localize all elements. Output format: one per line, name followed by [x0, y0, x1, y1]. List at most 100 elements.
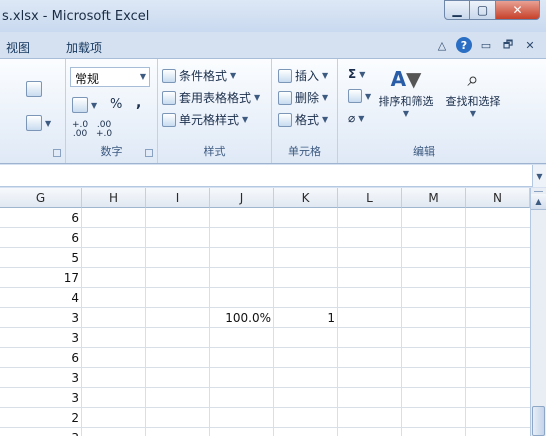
fill-down-icon — [348, 89, 362, 103]
scroll-thumb[interactable] — [532, 406, 545, 436]
doc-restore-icon[interactable]: 🗗 — [500, 37, 516, 53]
chevron-down-icon: ▼ — [322, 93, 329, 102]
column-header-n[interactable]: N — [466, 188, 530, 208]
cell-g-value[interactable]: 6 — [0, 208, 82, 228]
delete-icon — [278, 90, 292, 105]
cell-g-value[interactable]: 3 — [0, 428, 82, 436]
binoculars-icon: ⌕ — [467, 67, 479, 91]
window-controls: ▁ ▢ ✕ — [444, 0, 540, 20]
worksheet-grid[interactable]: G H I J K L M N 6651743363323 100.0% 1 — [0, 188, 530, 436]
formula-bar[interactable]: ▼ — [0, 165, 546, 187]
chevron-down-icon: ▼ — [139, 72, 146, 81]
number-group-label: 数字 — [100, 145, 123, 158]
chevron-down-icon: ▼ — [254, 93, 261, 102]
chevron-down-icon: ▼ — [322, 71, 329, 80]
cell-g-value[interactable]: 17 — [0, 268, 82, 288]
cell-g-value[interactable]: 3 — [0, 368, 82, 388]
format-button[interactable]: 格式 ▼ — [278, 111, 328, 128]
scroll-up-icon[interactable]: ▲ — [531, 194, 546, 210]
help-icon[interactable]: ? — [456, 37, 472, 53]
ribbon: ▼ 常规 ▼ ▼ % , +.0 .00 .00 +.0 数字 条件格式 ▼ 套用… — [0, 58, 546, 164]
ribbon-tabs: 视图 加载项 △ ? ▭ 🗗 ✕ — [0, 33, 546, 57]
column-header-l[interactable]: L — [338, 188, 402, 208]
alignment-launcher-icon[interactable] — [53, 149, 61, 157]
delete-label: 删除 — [295, 91, 320, 105]
wrap-text-button[interactable] — [26, 81, 42, 97]
sort-filter-button[interactable]: A▼ 排序和筛选 ▼ — [376, 65, 436, 118]
clear-button[interactable]: ⌀ ▼ — [348, 111, 364, 125]
chevron-down-icon: ▼ — [242, 115, 249, 124]
cell-g-value[interactable]: 3 — [0, 388, 82, 408]
fill-button[interactable]: ▼ — [348, 89, 371, 103]
format-as-table-label: 套用表格格式 — [179, 91, 252, 105]
chevron-down-icon: ▼ — [230, 71, 237, 80]
column-header-j[interactable]: J — [210, 188, 274, 208]
number-launcher-icon[interactable] — [145, 149, 153, 157]
close-button[interactable]: ✕ — [496, 0, 540, 20]
editing-group-label: 编辑 — [413, 145, 435, 158]
column-header-k[interactable]: K — [274, 188, 338, 208]
cell-g-value[interactable]: 2 — [0, 408, 82, 428]
format-label: 格式 — [295, 113, 320, 127]
chevron-down-icon: ▼ — [402, 109, 410, 118]
cell-styles-label: 单元格样式 — [179, 113, 240, 127]
number-format-value: 常规 — [75, 72, 100, 86]
column-header-h[interactable]: H — [82, 188, 146, 208]
cell-g-value[interactable]: 5 — [0, 248, 82, 268]
merge-button[interactable]: ▼ — [26, 115, 51, 131]
number-format-select[interactable]: 常规 ▼ — [70, 67, 150, 87]
chevron-down-icon: ▼ — [469, 109, 477, 118]
autosum-button[interactable]: Σ ▼ — [348, 67, 365, 81]
cell-g-value[interactable]: 6 — [0, 348, 82, 368]
delete-button[interactable]: 删除 ▼ — [278, 89, 328, 106]
insert-button[interactable]: 插入 ▼ — [278, 67, 328, 84]
cell-g-value[interactable]: 4 — [0, 288, 82, 308]
column-header-i[interactable]: I — [146, 188, 210, 208]
cell-g-value[interactable]: 3 — [0, 308, 82, 328]
gridline — [145, 208, 146, 436]
split-handle-icon[interactable] — [534, 188, 543, 192]
conditional-format-label: 条件格式 — [179, 69, 228, 83]
increase-decimal-bottom: .00 — [72, 129, 88, 139]
cell-j-value[interactable]: 100.0% — [210, 308, 274, 328]
expand-formula-bar-icon[interactable]: ▼ — [532, 165, 546, 187]
accounting-format-button[interactable]: ▼ — [72, 97, 97, 113]
column-header-g[interactable]: G — [0, 188, 82, 208]
cell-styles-button[interactable]: 单元格样式 ▼ — [162, 111, 248, 128]
percent-button[interactable]: % — [110, 97, 122, 112]
format-icon — [278, 112, 292, 127]
cell-k-value[interactable]: 1 — [274, 308, 338, 328]
maximize-button[interactable]: ▢ — [470, 0, 496, 20]
tab-view[interactable]: 视图 — [6, 39, 30, 56]
collapse-ribbon-icon[interactable]: △ — [434, 37, 450, 53]
cells-group-label: 单元格 — [288, 145, 321, 158]
chevron-down-icon: ▼ — [322, 115, 329, 124]
sigma-icon: Σ — [348, 67, 357, 81]
vertical-scrollbar[interactable]: ▲ — [530, 188, 546, 436]
decrease-decimal-bottom: +.0 — [96, 129, 113, 139]
styles-group-label: 样式 — [203, 145, 226, 158]
cell-g-value[interactable]: 6 — [0, 228, 82, 248]
cell-g-value[interactable]: 3 — [0, 328, 82, 348]
chevron-down-icon: ▼ — [45, 118, 52, 128]
increase-decimal-button[interactable]: +.0 .00 — [72, 121, 88, 139]
chevron-down-icon: ▼ — [91, 100, 98, 110]
editing-group: Σ ▼ ▼ ⌀ ▼ A▼ 排序和筛选 ▼ ⌕ 查找和选择 ▼ 编辑 — [338, 59, 510, 163]
wrap-text-icon — [26, 81, 42, 97]
doc-minimize-icon[interactable]: ▭ — [478, 37, 494, 53]
doc-close-icon[interactable]: ✕ — [522, 37, 538, 53]
cell-styles-icon — [162, 112, 176, 127]
chevron-down-icon: ▼ — [358, 113, 365, 123]
title-bar: s.xlsx - Microsoft Excel ▁ ▢ ✕ — [0, 0, 546, 32]
minimize-button[interactable]: ▁ — [444, 0, 470, 20]
format-as-table-button[interactable]: 套用表格格式 ▼ — [162, 89, 260, 106]
decrease-decimal-button[interactable]: .00 +.0 — [96, 121, 112, 139]
find-select-button[interactable]: ⌕ 查找和选择 ▼ — [442, 65, 504, 118]
comma-button[interactable]: , — [136, 95, 141, 111]
tab-addins[interactable]: 加载项 — [66, 39, 102, 56]
conditional-format-button[interactable]: 条件格式 ▼ — [162, 67, 236, 84]
column-header-m[interactable]: M — [402, 188, 466, 208]
window-title: s.xlsx - Microsoft Excel — [2, 9, 150, 24]
sort-filter-icon: A▼ — [390, 67, 422, 91]
cells-group: 插入 ▼ 删除 ▼ 格式 ▼ 单元格 — [272, 59, 338, 163]
